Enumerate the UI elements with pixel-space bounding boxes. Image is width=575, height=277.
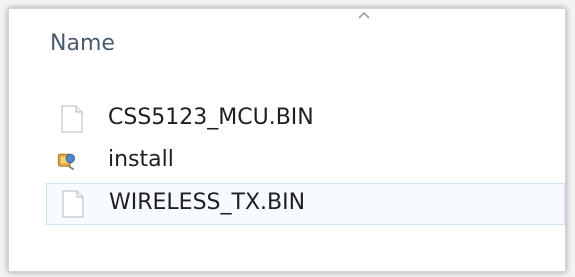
blank-file-icon	[62, 190, 84, 218]
sort-ascending-icon	[358, 11, 370, 19]
file-name: install	[108, 147, 174, 172]
file-row-install[interactable]: install	[46, 141, 565, 183]
file-row-css5123-mcu[interactable]: CSS5123_MCU.BIN	[46, 99, 565, 141]
file-name: CSS5123_MCU.BIN	[108, 105, 314, 130]
column-header-row: Name	[9, 9, 565, 79]
blank-file-icon	[61, 105, 83, 133]
column-header-name[interactable]: Name	[50, 31, 115, 56]
installer-icon	[57, 153, 75, 171]
explorer-window: Name CSS5123_MCU.BIN install WIRELESS_TX…	[0, 0, 575, 277]
file-list-panel: Name CSS5123_MCU.BIN install WIRELESS_TX…	[8, 8, 566, 272]
file-row-wireless-tx[interactable]: WIRELESS_TX.BIN	[46, 183, 565, 225]
file-name: WIRELESS_TX.BIN	[109, 190, 306, 215]
